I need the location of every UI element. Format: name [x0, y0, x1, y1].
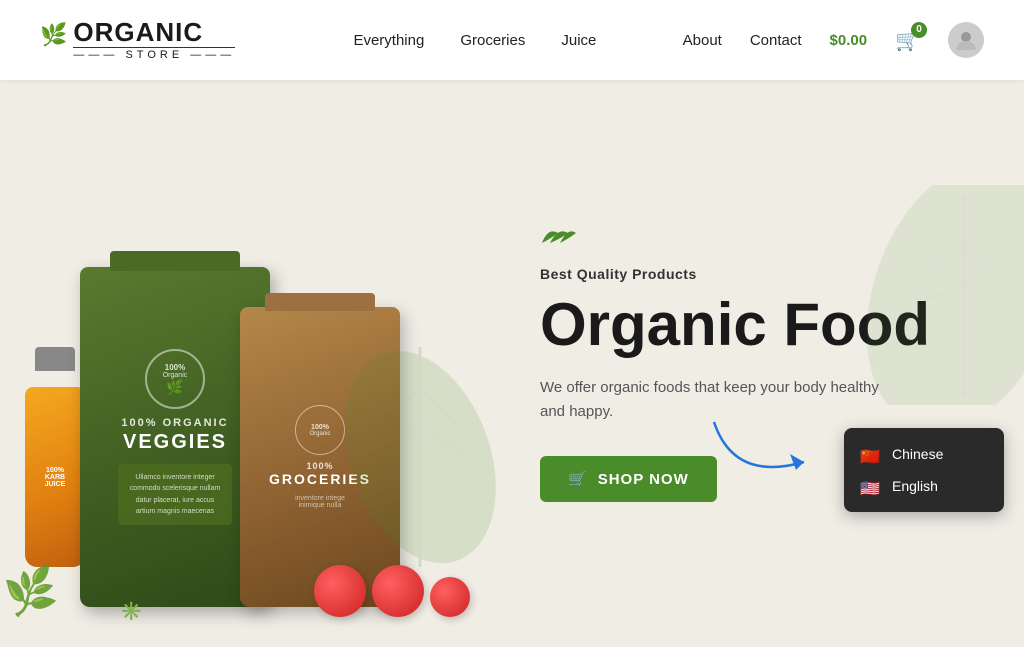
- english-flag-icon: 🇺🇸: [860, 479, 882, 493]
- nav-groceries[interactable]: Groceries: [460, 32, 525, 49]
- bottle-cap: [35, 347, 75, 371]
- shop-now-button[interactable]: 🛒 SHOP NOW: [540, 456, 717, 502]
- nav-left: Everything Groceries Juice: [353, 32, 596, 49]
- bag-green-title: VEGGIES: [123, 431, 227, 454]
- lang-english-label: English: [892, 478, 938, 494]
- cart-badge: 0: [911, 22, 927, 38]
- bag-green-desc: Ullamco inventore integercommodo sceleri…: [118, 464, 233, 525]
- nav-juice[interactable]: Juice: [561, 32, 596, 49]
- bag-green-seal: 100% Organic 🌿: [145, 349, 205, 409]
- bottle-label: 100%KARBJUICE: [45, 467, 66, 488]
- nav-right: About Contact: [683, 32, 802, 49]
- spices: ✳️: [120, 601, 142, 622]
- logo-store: ——— STORE ———: [73, 47, 235, 61]
- arrow-icon: [704, 402, 824, 482]
- logo[interactable]: 🌿 ORGANIC ——— STORE ———: [40, 19, 235, 61]
- lang-chinese-label: Chinese: [892, 446, 943, 462]
- nav-about[interactable]: About: [683, 32, 722, 49]
- double-leaf-icon: [540, 225, 578, 247]
- shop-cart-icon: 🛒: [568, 470, 588, 488]
- nav-contact[interactable]: Contact: [750, 32, 802, 49]
- hero-section: 100%KARBJUICE 100% Organic 🌿 100% ORGANI…: [0, 80, 1024, 647]
- logo-leaf-icon: 🌿: [40, 22, 67, 48]
- language-dropdown: 🇨🇳 Chinese 🇺🇸 English: [844, 428, 1004, 512]
- logo-text: ORGANIC ——— STORE ———: [73, 19, 235, 61]
- hero-leaf-decor: [824, 185, 1024, 405]
- nav-everything[interactable]: Everything: [353, 32, 424, 49]
- header: 🌿 ORGANIC ——— STORE ——— Everything Groce…: [0, 0, 1024, 80]
- basil-leaves: 🌿: [1, 564, 61, 621]
- user-avatar[interactable]: [948, 22, 984, 58]
- hero-products: 100%KARBJUICE 100% Organic 🌿 100% ORGANI…: [0, 80, 500, 647]
- lang-english[interactable]: 🇺🇸 English: [844, 470, 1004, 502]
- lang-chinese[interactable]: 🇨🇳 Chinese: [844, 438, 1004, 470]
- cart-button[interactable]: 🛒 0: [895, 28, 920, 53]
- chinese-flag-icon: 🇨🇳: [860, 447, 882, 461]
- header-right: About Contact $0.00 🛒 0: [683, 22, 984, 58]
- bottle-body: 100%KARBJUICE: [25, 387, 85, 567]
- leaf-decor-icon: [330, 327, 510, 587]
- user-icon: [955, 29, 977, 51]
- shop-btn-label: SHOP NOW: [598, 471, 689, 488]
- cart-price[interactable]: $0.00: [830, 32, 868, 49]
- bag-green-label: 100% ORGANIC: [121, 417, 228, 429]
- hero-content: Best Quality Products Organic Food We of…: [500, 185, 1024, 542]
- logo-organic: ORGANIC: [73, 19, 203, 45]
